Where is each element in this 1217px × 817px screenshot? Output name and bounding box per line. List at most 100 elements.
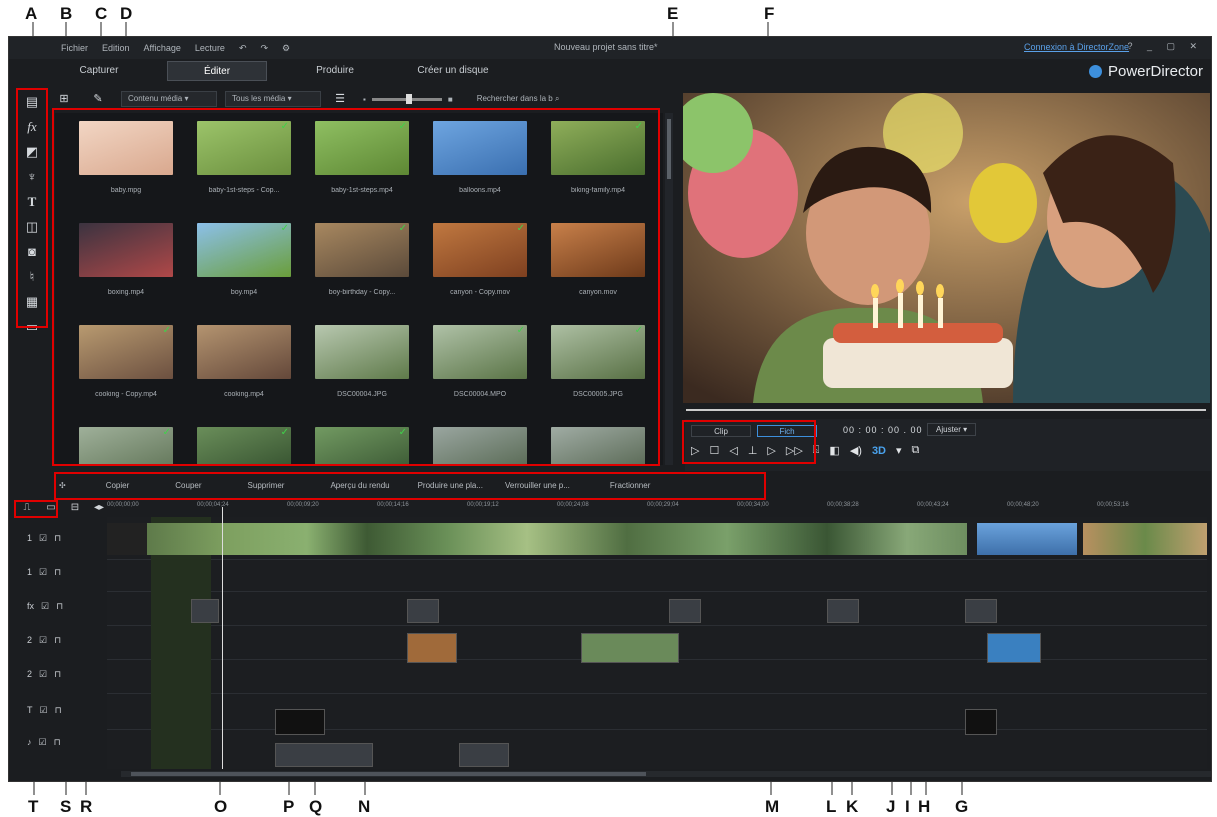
window-controls[interactable]: ? _ ▢ ✕ [1127,41,1203,52]
cut-button[interactable]: Couper [175,481,201,490]
track-enable-icon[interactable]: ☑ [39,669,47,680]
track-enable-icon[interactable]: ☑ [41,601,49,612]
zoom-large-icon[interactable]: ■ [448,95,453,104]
track-enable-icon[interactable]: ☑ [39,737,47,748]
track-enable-icon[interactable]: ☑ [39,635,47,646]
library-item[interactable]: ✓ [197,427,291,465]
redo-icon[interactable]: ↷ [261,43,269,54]
track-enable-icon[interactable]: ☑ [39,567,47,578]
library-item[interactable]: canyon.mov [551,223,645,296]
library-item[interactable]: ✓ [315,427,409,465]
timeline-tracks[interactable] [107,517,1207,769]
track-header[interactable]: 2 ☑ ⊓ [27,669,61,680]
snapshot-icon[interactable]: ⌻ [813,444,820,457]
audio-mixing-room-icon[interactable]: ◙ [22,242,42,262]
menu-file[interactable]: Fichier [61,43,88,53]
overlay-clip[interactable] [987,633,1041,663]
track-header[interactable]: ♪ ☑ ⊓ [27,737,61,748]
media-filter-dropdown[interactable]: Tous les média ▾ [225,91,321,107]
library-item[interactable]: ✓ baby-1st-steps - Cop... [197,121,291,194]
directorzone-link[interactable]: Connexion à DirectorZone [1024,42,1129,52]
track-lock-icon[interactable]: ⊓ [54,567,61,578]
undock-preview-icon[interactable]: ⧉ [912,444,920,457]
library-item[interactable] [551,427,645,465]
tab-create-disc[interactable]: Créer un disque [403,61,503,81]
overlay-clip[interactable] [581,633,679,663]
library-search[interactable]: Rechercher dans la b ⌕ [477,94,560,104]
copy-button[interactable]: Copier [106,481,130,490]
fx-clip[interactable] [965,599,997,623]
track-manager-icon[interactable]: ⊟ [65,501,85,515]
end-icon[interactable]: ▷▷ [786,444,803,457]
split-button[interactable]: Fractionner [610,481,650,490]
library-item[interactable]: DSC00004.JPG [315,325,409,398]
zoom-small-icon[interactable]: ▪ [363,95,366,104]
delete-button[interactable]: Supprimer [248,481,285,490]
track-lock-icon[interactable]: ⊓ [54,533,61,544]
menu-view[interactable]: Affichage [144,43,181,53]
overlay-clip[interactable] [407,633,457,663]
media-room-icon[interactable]: ▤ [22,92,42,112]
particle-room-icon[interactable]: ♆ [22,167,42,187]
stop-icon[interactable]: ☐ [709,444,719,457]
tab-edit[interactable]: Éditer [167,61,267,81]
library-item[interactable]: baby.mpg [79,121,173,194]
menu-playback[interactable]: Lecture [195,43,225,53]
clip-mode-button[interactable]: Clip [691,425,751,437]
library-item[interactable] [433,427,527,465]
library-item[interactable]: ✓ [79,427,173,465]
preview-quality-icon[interactable]: ◧ [829,444,839,457]
playhead[interactable] [222,507,223,769]
pip-room-icon[interactable]: ◩ [22,142,42,162]
library-menu-icon[interactable]: ☰ [329,91,351,107]
thumbnail-size-slider[interactable] [371,93,442,104]
video-track-clip-family[interactable] [1083,523,1207,555]
3d-mode-icon[interactable]: 3D [872,445,886,457]
tab-produce[interactable]: Produire [285,61,385,81]
library-item[interactable]: boxing.mp4 [79,223,173,296]
fx-clip[interactable] [407,599,439,623]
settings-icon[interactable]: ⚙ [282,43,290,54]
track-lock-icon[interactable]: ⊓ [54,737,61,748]
library-item[interactable]: ✓ boy.mp4 [197,223,291,296]
track-lock-icon[interactable]: ⊓ [56,601,63,612]
file-mode-button[interactable]: Fich [757,425,817,437]
timeline-ruler[interactable]: 00;00;00;00 00;00;04;24 00;00;09;20 00;00;1… [107,500,1207,514]
volume-icon[interactable]: ◀) [850,444,862,457]
fx-clip[interactable] [827,599,859,623]
timeline-view-icon[interactable]: ⎍ [17,501,37,515]
library-item[interactable]: ✓ DSC00004.MPO [433,325,527,398]
zoom-fit-dropdown[interactable]: Ajuster ▾ [927,423,977,436]
import-media-icon[interactable]: ⊞ [53,91,75,107]
track-lock-icon[interactable]: ⊓ [54,635,61,646]
fx-clip[interactable] [191,599,219,623]
storyboard-view-icon[interactable]: ▭ [41,501,61,515]
search-input[interactable]: Rechercher dans la b [477,94,553,103]
library-item[interactable]: ✓ DSC00005.JPG [551,325,645,398]
audio-clip[interactable] [275,743,373,767]
track-header[interactable]: 1 ☑ ⊓ [27,533,61,544]
video-track-clip-sky[interactable] [977,523,1077,555]
undo-icon[interactable]: ↶ [239,43,247,54]
fast-forward-icon[interactable]: ▷ [767,444,775,457]
preview-scrubber[interactable] [686,409,1206,411]
play-icon[interactable]: ▷ [691,444,699,457]
tools-icon[interactable]: ✣ [59,481,66,490]
timecode-display[interactable]: 00 : 00 : 00 . 00 [843,425,923,435]
library-scrollbar[interactable] [665,113,673,465]
track-header[interactable]: T ☑ ⊓ [27,705,62,716]
voice-over-room-icon[interactable]: ♮ [22,267,42,287]
timeline-scrollbar[interactable] [121,771,1211,777]
audio-tools-icon[interactable]: ◂▸ [89,501,109,515]
track-enable-icon[interactable]: ☑ [40,705,48,716]
tab-capture[interactable]: Capturer [49,61,149,81]
track-header[interactable]: 1 ☑ ⊓ [27,567,61,578]
title-clip[interactable] [275,709,325,735]
plugins-icon[interactable]: ✎ [87,91,109,107]
fx-room-icon[interactable]: fx [22,117,42,137]
library-item[interactable]: ✓ canyon - Copy.mov [433,223,527,296]
track-lock-icon[interactable]: ⊓ [55,705,62,716]
track-lock-icon[interactable]: ⊓ [54,669,61,680]
library-item[interactable]: balloons.mp4 [433,121,527,194]
title-room-icon[interactable]: T [22,192,42,212]
